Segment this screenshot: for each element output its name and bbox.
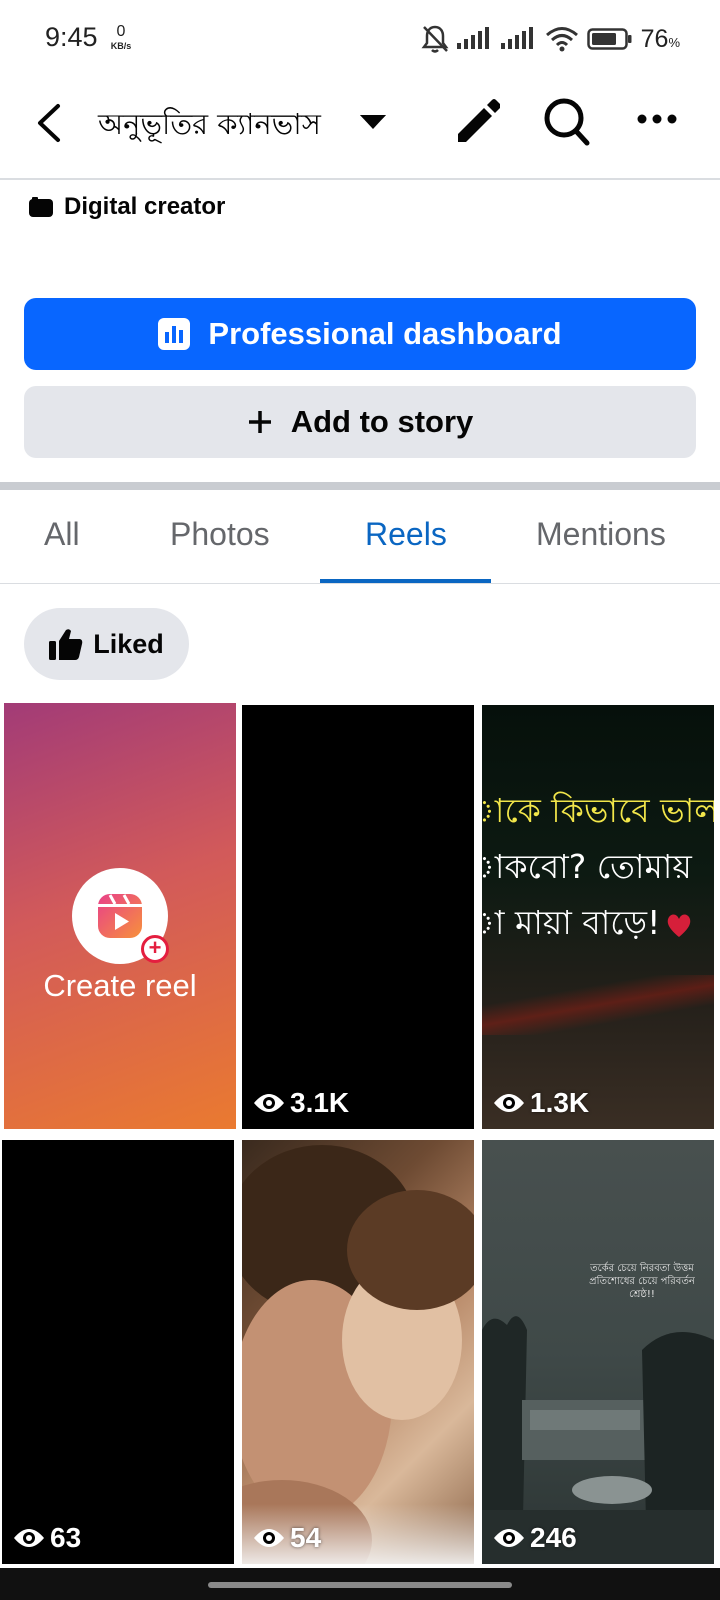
status-time: 9:45 [45, 22, 98, 52]
wifi-icon [545, 27, 578, 52]
eye-icon [254, 1529, 284, 1547]
view-count: 63 [12, 1522, 81, 1554]
thumbs-up-icon [49, 629, 83, 660]
reel-thumbnail[interactable]: 3.1K [242, 705, 474, 1129]
eye-icon [494, 1094, 524, 1112]
heart-icon [668, 914, 691, 937]
reel-text-line-content: া মায়া বাড়ে! [482, 903, 661, 942]
add-reel-plus-icon: + [141, 935, 169, 963]
view-count: 54 [252, 1522, 321, 1554]
tab-all[interactable]: All [44, 516, 80, 553]
view-count-value: 1.3K [530, 1087, 590, 1118]
battery-icon [586, 28, 632, 50]
view-count: 3.1K [252, 1087, 349, 1119]
liked-filter-label: Liked [93, 628, 164, 659]
view-count-value: 63 [50, 1522, 82, 1553]
view-count-value: 3.1K [290, 1087, 350, 1118]
view-count: 1.3K [492, 1087, 589, 1119]
network-speed: 0 KB/s [106, 24, 136, 51]
network-speed-value: 0 [116, 23, 126, 40]
thumbnail-image [242, 1145, 474, 1564]
search-icon[interactable] [542, 96, 592, 148]
add-to-story-button[interactable]: Add to story [24, 386, 696, 458]
reel-thumbnail[interactable]: াকে কিভাবে ভাল াকবো? তোমায় া মায়া বাড়… [482, 705, 714, 1129]
signal-icon [456, 27, 489, 49]
more-options-icon[interactable] [636, 112, 678, 126]
tab-photos[interactable]: Photos [170, 516, 270, 553]
battery-percent-suffix: % [668, 34, 680, 50]
bell-muted-icon [421, 25, 449, 53]
thumbnail-decoration [482, 975, 714, 1035]
reel-text-line: া মায়া বাড়ে! [482, 895, 714, 951]
view-count-value: 54 [290, 1522, 322, 1553]
eye-icon [254, 1094, 284, 1112]
reel-overlay-text: াকে কিভাবে ভাল াকবো? তোমায় া মায়া বাড়… [482, 783, 714, 951]
battery-percent-value: 76 [640, 24, 669, 53]
reel-thumbnail[interactable]: 63 [2, 1140, 234, 1564]
reel-text-line: াকে কিভাবে ভাল [482, 791, 714, 830]
liked-filter-chip[interactable]: Liked [24, 608, 189, 680]
reel-text-line: াকবো? তোমায় [482, 847, 692, 886]
add-to-story-label: Add to story [290, 404, 474, 439]
back-arrow-icon[interactable] [30, 100, 70, 146]
reels-icon [98, 894, 142, 938]
plus-icon [248, 411, 271, 433]
page-title[interactable]: অনুভূতির ক্যানভাস [98, 102, 321, 151]
category-label: Digital creator [64, 193, 226, 220]
content-tabs: All Photos Reels Mentions [0, 490, 720, 584]
status-bar: 9:45 0 KB/s 76% [0, 0, 720, 78]
category-icon [29, 197, 53, 217]
profile-category: Digital creator [28, 193, 225, 221]
home-indicator[interactable] [208, 1582, 512, 1588]
professional-dashboard-label: Professional dashboard [208, 316, 562, 351]
active-tab-indicator [320, 579, 491, 583]
view-count: 246 [492, 1522, 577, 1554]
create-reel-tile[interactable]: + Create reel [4, 703, 236, 1129]
reel-thumbnail[interactable]: তর্কের চেয়ে নিরবতা উত্তম প্রতিশোধের চেয… [482, 1140, 714, 1564]
edit-pencil-icon[interactable] [450, 96, 500, 146]
page-header: অনুভূতির ক্যানভাস [0, 78, 720, 180]
view-count-value: 246 [530, 1522, 577, 1553]
tab-reels[interactable]: Reels [365, 516, 447, 553]
signal-icon [500, 27, 533, 49]
professional-dashboard-button[interactable]: Professional dashboard [24, 298, 696, 370]
eye-icon [494, 1529, 524, 1547]
caret-down-icon[interactable] [358, 112, 388, 132]
create-reel-label: Create reel [43, 968, 197, 1003]
network-speed-unit: KB/s [110, 41, 132, 51]
dashboard-chart-icon [158, 318, 191, 350]
eye-icon [14, 1529, 44, 1547]
battery-percent: 76% [641, 25, 680, 54]
tab-mentions[interactable]: Mentions [536, 516, 666, 553]
status-icons: 76% [421, 22, 680, 56]
reel-thumbnail[interactable]: 54 [242, 1140, 474, 1564]
section-divider [0, 482, 720, 490]
